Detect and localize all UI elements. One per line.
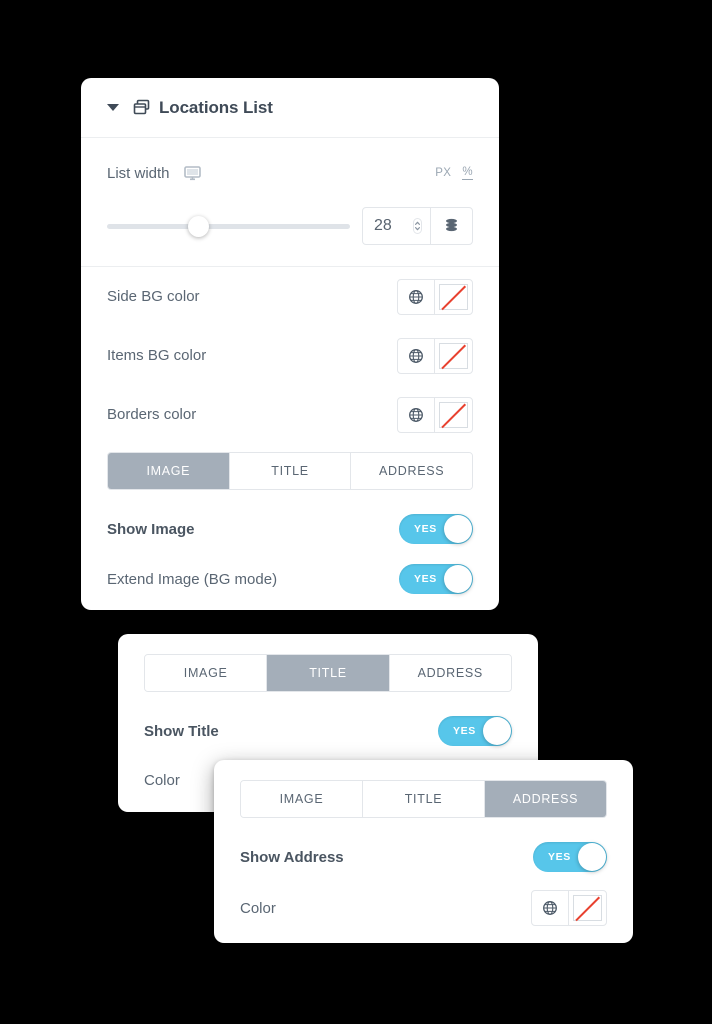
spinner-up-down-icon[interactable] <box>413 218 424 234</box>
tab-image[interactable]: IMAGE <box>145 655 268 691</box>
side-bg-color-label: Side BG color <box>107 288 200 305</box>
show-address-label: Show Address <box>240 848 344 866</box>
tab-address[interactable]: ADDRESS <box>389 655 511 691</box>
no-color-swatch[interactable] <box>434 279 472 314</box>
no-color-slash-icon <box>439 401 468 428</box>
slider-track <box>107 223 350 229</box>
color-row-side-bg: Side BG color <box>107 267 473 326</box>
show-address-row: Show Address YES <box>240 832 607 882</box>
list-width-section: List width PX % 28 <box>81 138 499 245</box>
address-color-swatch[interactable] <box>531 890 607 926</box>
no-color-swatch[interactable] <box>434 338 472 373</box>
extend-image-toggle[interactable]: YES <box>399 564 473 594</box>
no-color-slash-icon <box>573 895 602 921</box>
locations-list-panel: Locations List List width PX % 28 Side B… <box>81 78 499 610</box>
side-bg-color-swatch[interactable] <box>397 278 473 315</box>
title-color-label: Color <box>144 771 180 789</box>
tab-image[interactable]: IMAGE <box>108 453 230 489</box>
tab-title[interactable]: TITLE <box>363 781 485 817</box>
borders-color-swatch[interactable] <box>397 396 473 433</box>
show-title-label: Show Title <box>144 722 219 740</box>
globe-icon[interactable] <box>398 398 434 432</box>
show-address-toggle[interactable]: YES <box>533 842 607 872</box>
toggle-knob <box>578 843 606 871</box>
color-row-borders: Borders color <box>107 385 473 444</box>
windows-stack-icon <box>133 99 150 116</box>
address-tab-panel: IMAGE TITLE ADDRESS Show Address YES Col… <box>214 760 633 943</box>
tab-address[interactable]: ADDRESS <box>485 781 606 817</box>
show-image-toggle-value: YES <box>414 523 437 535</box>
card3-inner: IMAGE TITLE ADDRESS Show Address YES Col… <box>214 760 633 934</box>
show-title-toggle[interactable]: YES <box>438 716 512 746</box>
page-title: Locations List <box>159 97 273 117</box>
items-bg-color-swatch[interactable] <box>397 337 473 374</box>
extend-image-label: Extend Image (BG mode) <box>107 570 278 588</box>
list-width-slider[interactable] <box>107 215 350 237</box>
globe-icon[interactable] <box>398 280 434 314</box>
globe-icon[interactable] <box>532 891 568 925</box>
no-color-swatch[interactable] <box>434 397 472 432</box>
unit-px[interactable]: PX <box>435 167 451 180</box>
list-width-value: 28 <box>374 217 392 234</box>
show-image-row: Show Image YES <box>107 504 473 554</box>
toggle-knob <box>444 515 472 543</box>
caret-down-icon[interactable] <box>107 104 119 111</box>
no-color-slash-icon <box>439 283 468 310</box>
unit-toggle-group: PX % <box>435 166 473 180</box>
borders-color-label: Borders color <box>107 406 197 423</box>
no-color-swatch[interactable] <box>568 891 606 925</box>
tab-title[interactable]: TITLE <box>229 453 352 489</box>
color-row-items-bg: Items BG color <box>107 326 473 385</box>
card1-switches: Show Image YES Extend Image (BG mode) YE… <box>81 504 499 604</box>
tab-title[interactable]: TITLE <box>267 655 390 691</box>
show-image-label: Show Image <box>107 520 195 538</box>
colors-section: Side BG color Items BG color Borders col… <box>81 267 499 444</box>
content-tabs: IMAGE TITLE ADDRESS <box>240 780 607 818</box>
show-title-row: Show Title YES <box>144 706 512 756</box>
panel-header[interactable]: Locations List <box>81 78 499 138</box>
content-tabs: IMAGE TITLE ADDRESS <box>107 452 473 490</box>
toggle-knob <box>483 717 511 745</box>
list-width-input-group: 28 <box>362 207 473 245</box>
show-image-toggle[interactable]: YES <box>399 514 473 544</box>
slider-thumb[interactable] <box>188 215 210 237</box>
card3-color-row: Color <box>240 882 607 934</box>
card1-tabs-wrapper: IMAGE TITLE ADDRESS <box>81 452 499 490</box>
unit-percent[interactable]: % <box>462 166 473 180</box>
list-width-label: List width <box>107 164 170 182</box>
globe-icon[interactable] <box>398 339 434 373</box>
toggle-knob <box>444 565 472 593</box>
extend-image-row: Extend Image (BG mode) YES <box>107 554 473 604</box>
tab-image[interactable]: IMAGE <box>241 781 363 817</box>
content-tabs: IMAGE TITLE ADDRESS <box>144 654 512 692</box>
show-title-toggle-value: YES <box>453 725 476 737</box>
extend-image-toggle-value: YES <box>414 573 437 585</box>
tab-address[interactable]: ADDRESS <box>351 453 472 489</box>
list-width-number-input[interactable]: 28 <box>363 208 430 244</box>
database-icon[interactable] <box>430 208 472 244</box>
no-color-slash-icon <box>439 342 468 369</box>
desktop-monitor-icon[interactable] <box>183 165 201 181</box>
items-bg-color-label: Items BG color <box>107 347 207 364</box>
address-color-label: Color <box>240 899 276 917</box>
show-address-toggle-value: YES <box>548 851 571 863</box>
